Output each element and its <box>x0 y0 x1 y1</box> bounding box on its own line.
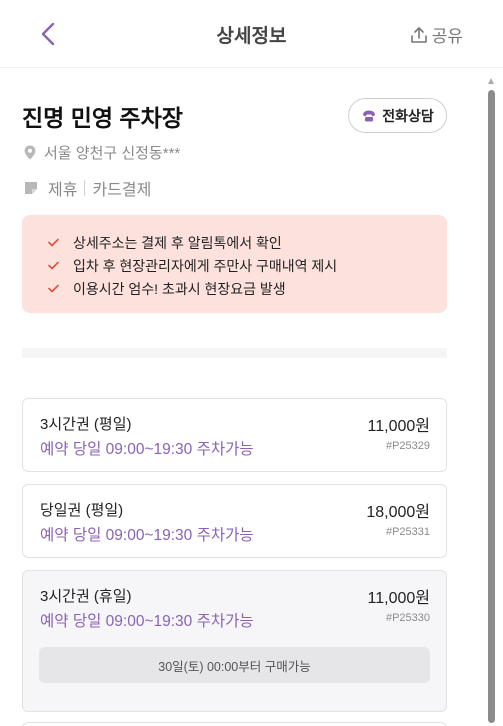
ticket-code: #P25331 <box>385 526 430 538</box>
scrollbar-thumb[interactable] <box>488 90 495 723</box>
ticket-name: 3시간권 (휴일) <box>40 588 132 605</box>
phone-consult-label: 전화상담 <box>382 107 434 124</box>
notice-item: 이용시간 엄수! 초과시 현장요금 발생 <box>48 277 447 300</box>
tag-icon <box>25 182 37 194</box>
tag-separator <box>84 180 86 196</box>
notice-text: 이용시간 엄수! 초과시 현장요금 발생 <box>73 280 286 297</box>
notice-text: 상세주소는 결제 후 알림톡에서 확인 <box>73 234 282 251</box>
location-pin-icon <box>24 145 36 160</box>
notice-box: 상세주소는 결제 후 알림톡에서 확인 입차 후 현장관리자에게 주만사 구매내… <box>22 215 447 313</box>
ticket-code: #P25330 <box>385 612 430 624</box>
notice-item: 상세주소는 결제 후 알림톡에서 확인 <box>48 231 447 254</box>
ticket-card[interactable]: 당일권 (평일) 예약 당일 09:00~19:30 주차가능 18,000원 … <box>22 484 447 558</box>
purchase-availability-notice: 30일(토) 00:00부터 구매가능 <box>39 647 430 683</box>
ticket-code: #P25329 <box>385 440 430 452</box>
ticket-time: 예약 당일 09:00~19:30 주차가능 <box>40 613 254 630</box>
app-header: 상세정보 공유 <box>0 0 503 68</box>
ticket-time: 예약 당일 09:00~19:30 주차가능 <box>40 441 254 458</box>
tag-card-payment: 카드결제 <box>92 182 152 199</box>
notice-item: 입차 후 현장관리자에게 주만사 구매내역 제시 <box>48 254 447 277</box>
share-label: 공유 <box>431 27 463 46</box>
check-icon <box>48 261 59 270</box>
scroll-up-arrow-icon[interactable] <box>488 78 494 84</box>
check-icon <box>48 238 59 247</box>
notice-text: 입차 후 현장관리자에게 주만사 구매내역 제시 <box>73 257 338 274</box>
ticket-card[interactable]: 3시간권 (평일) 예약 당일 09:00~19:30 주차가능 11,000원… <box>22 398 447 472</box>
tag-partner: 제휴 <box>48 182 78 199</box>
address-row: 서울 양천구 신정동*** <box>24 142 180 163</box>
parking-lot-name: 진명 민영 주차장 <box>22 105 183 131</box>
tag-list: 제휴 카드결제 <box>24 176 151 200</box>
share-button[interactable]: 공유 <box>410 22 463 47</box>
ticket-card[interactable] <box>22 722 447 726</box>
ticket-card[interactable]: 3시간권 (휴일) 예약 당일 09:00~19:30 주차가능 11,000원… <box>22 570 447 712</box>
section-divider <box>22 348 447 358</box>
ticket-name: 3시간권 (평일) <box>40 416 132 433</box>
ticket-price: 18,000원 <box>366 504 430 521</box>
ticket-time: 예약 당일 09:00~19:30 주차가능 <box>40 527 254 544</box>
phone-consult-button[interactable]: 전화상담 <box>348 98 447 133</box>
scrollbar[interactable] <box>488 78 495 723</box>
ticket-price: 11,000원 <box>367 590 430 607</box>
address-text: 서울 양천구 신정동*** <box>44 145 181 162</box>
ticket-price: 11,000원 <box>367 418 430 435</box>
check-icon <box>48 284 59 293</box>
share-icon <box>410 26 427 43</box>
ticket-name: 당일권 (평일) <box>40 502 124 519</box>
phone-icon <box>363 110 376 121</box>
